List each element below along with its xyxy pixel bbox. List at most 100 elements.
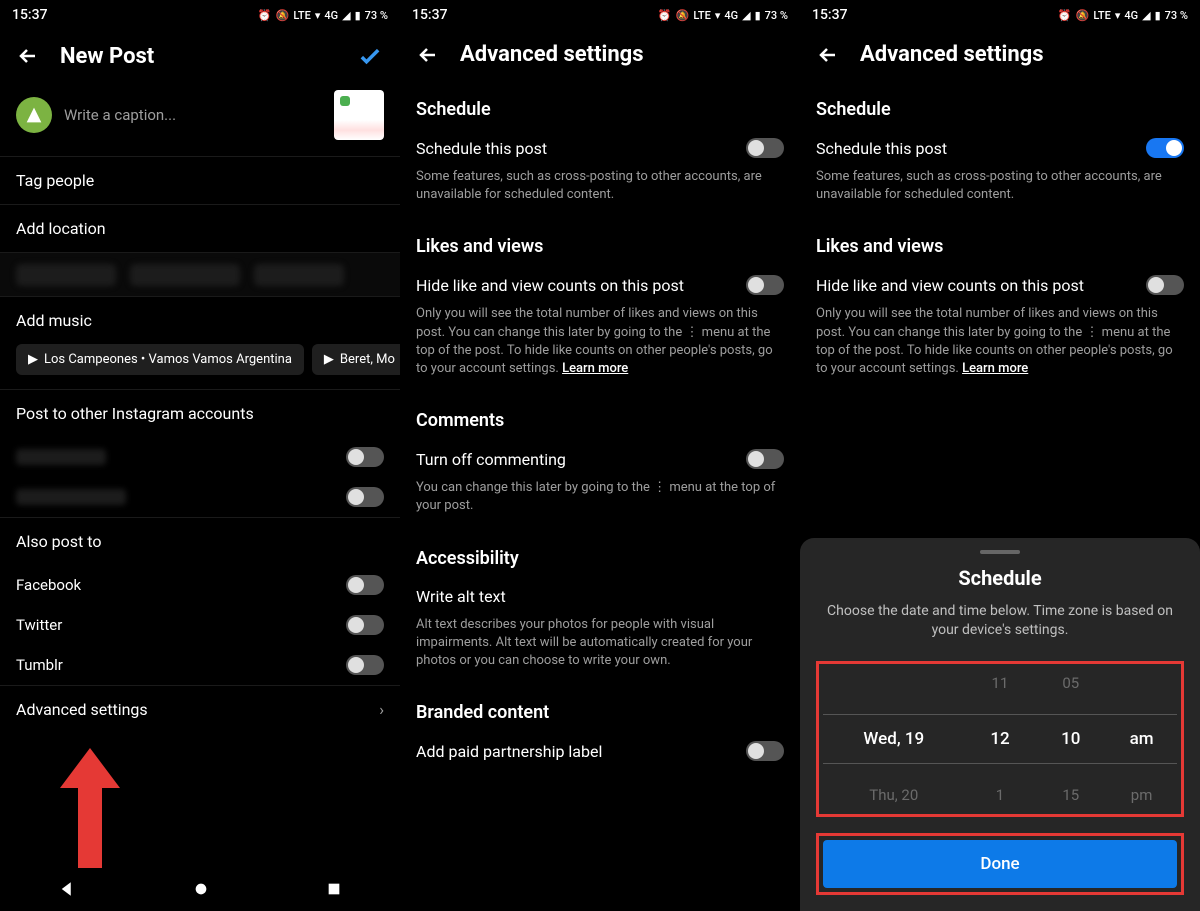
picker-ampm-below[interactable]: pm <box>1106 786 1177 804</box>
caption-input[interactable]: Write a caption... <box>64 106 322 124</box>
learn-more-link[interactable]: Learn more <box>962 361 1028 376</box>
toggle[interactable] <box>346 487 384 507</box>
toggle[interactable] <box>346 447 384 467</box>
hide-counts-desc: Only you will see the total number of li… <box>800 301 1200 392</box>
paid-label-row[interactable]: Add paid partnership label <box>400 731 800 767</box>
header: Advanced settings <box>400 30 800 81</box>
picker-ampm-selected[interactable]: am <box>1106 714 1177 764</box>
picker-hour-above[interactable]: 11 <box>965 674 1036 692</box>
add-music-row[interactable]: Add music <box>0 296 400 344</box>
picker-min-below[interactable]: 15 <box>1035 786 1106 804</box>
schedule-bottom-sheet: Schedule Choose the date and time below.… <box>800 538 1200 911</box>
nav-home-icon[interactable] <box>193 881 209 901</box>
picker-date-below[interactable]: Thu, 20 <box>823 786 965 804</box>
sheet-desc: Choose the date and time below. Time zon… <box>816 602 1184 641</box>
schedule-toggle[interactable] <box>746 138 784 158</box>
done-button[interactable]: Done <box>823 840 1177 888</box>
picker-hour-below[interactable]: 1 <box>965 786 1036 804</box>
status-time: 15:37 <box>812 7 848 23</box>
avatar[interactable] <box>16 97 52 133</box>
screen-advanced-settings-on: 15:37 ⏰ 🔕 LTE ▾ 4G ◢ ▮73 % Advanced sett… <box>800 0 1200 911</box>
schedule-post-row[interactable]: Schedule this post <box>400 128 800 164</box>
battery-icon: ▮ <box>755 9 761 22</box>
battery-icon: ▮ <box>355 9 361 22</box>
sheet-grabber[interactable] <box>980 550 1020 554</box>
datetime-picker-highlight: 11 05 Wed, 19 12 10 am Thu, 20 1 15 pm <box>816 661 1184 817</box>
paid-label-toggle[interactable] <box>746 741 784 761</box>
schedule-toggle-on[interactable] <box>1146 138 1184 158</box>
schedule-post-row[interactable]: Schedule this post <box>800 128 1200 164</box>
tumblr-toggle[interactable] <box>346 655 384 675</box>
hide-counts-toggle[interactable] <box>1146 275 1184 295</box>
also-post-to-row: Also post to <box>0 517 400 565</box>
alt-text-desc: Alt text describes your photos for peopl… <box>400 612 800 685</box>
signal-icon: ◢ <box>1142 9 1150 22</box>
dnd-icon: 🔕 <box>1076 9 1090 22</box>
commenting-toggle[interactable] <box>746 449 784 469</box>
turn-off-commenting-row[interactable]: Turn off commenting <box>400 439 800 475</box>
chevron-right-icon: › <box>379 700 384 719</box>
screen-new-post: 15:37 ⏰ 🔕 LTE ▾ 4G ◢ ▮73 % New Post Writ… <box>0 0 400 911</box>
section-branded: Branded content <box>400 684 800 731</box>
caption-row: Write a caption... <box>0 84 400 156</box>
post-other-accounts-row: Post to other Instagram accounts <box>0 389 400 437</box>
section-accessibility: Accessibility <box>400 530 800 577</box>
network-label: 4G <box>1124 9 1138 22</box>
volte-icon: LTE <box>693 9 711 22</box>
nav-recent-icon[interactable] <box>326 881 342 901</box>
tumblr-row[interactable]: Tumblr <box>0 645 400 685</box>
add-location-row[interactable]: Add location <box>0 204 400 252</box>
picker-hour-selected[interactable]: 12 <box>965 714 1036 764</box>
facebook-row[interactable]: Facebook <box>0 565 400 605</box>
screen-advanced-settings-off: 15:37 ⏰ 🔕 LTE ▾ 4G ◢ ▮73 % Advanced sett… <box>400 0 800 911</box>
done-highlight: Done <box>816 833 1184 895</box>
status-icons: ⏰ 🔕 LTE ▾ 4G ◢ ▮73 % <box>1058 9 1188 22</box>
picker-min-selected[interactable]: 10 <box>1035 714 1106 764</box>
status-icons: ⏰ 🔕 LTE ▾ 4G ◢ ▮73 % <box>258 9 388 22</box>
nav-back-icon[interactable] <box>58 880 76 902</box>
twitter-toggle[interactable] <box>346 615 384 635</box>
hide-counts-row[interactable]: Hide like and view counts on this post <box>800 265 1200 301</box>
music-chip-1[interactable]: ▶Los Campeones • Vamos Vamos Argentina <box>16 344 304 375</box>
advanced-settings-row[interactable]: Advanced settings › <box>0 685 400 733</box>
hide-counts-toggle[interactable] <box>746 275 784 295</box>
status-bar: 15:37 ⏰ 🔕 LTE ▾ 4G ◢ ▮73 % <box>0 0 400 30</box>
tag-people-row[interactable]: Tag people <box>0 156 400 204</box>
alarm-icon: ⏰ <box>658 9 672 22</box>
back-icon[interactable] <box>816 43 840 67</box>
back-icon[interactable] <box>416 43 440 67</box>
header: Advanced settings <box>800 30 1200 81</box>
wifi-icon: ▾ <box>315 9 321 22</box>
music-chip-2[interactable]: ▶Beret, Mo <box>312 344 400 375</box>
confirm-icon[interactable] <box>356 42 384 70</box>
network-label: 4G <box>724 9 738 22</box>
battery-icon: ▮ <box>1155 9 1161 22</box>
picker-date-selected[interactable]: Wed, 19 <box>823 714 965 764</box>
picker-min-above[interactable]: 05 <box>1035 674 1106 692</box>
datetime-picker[interactable]: 11 05 Wed, 19 12 10 am Thu, 20 1 15 pm <box>823 674 1177 804</box>
alt-text-row[interactable]: Write alt text <box>400 577 800 612</box>
section-schedule: Schedule <box>800 81 1200 128</box>
status-icons: ⏰ 🔕 LTE ▾ 4G ◢ ▮73 % <box>658 9 788 22</box>
sheet-title: Schedule <box>816 566 1184 590</box>
hide-counts-row[interactable]: Hide like and view counts on this post <box>400 265 800 301</box>
section-likes: Likes and views <box>400 218 800 265</box>
header: New Post <box>0 30 400 84</box>
page-title: New Post <box>60 44 336 69</box>
post-thumbnail[interactable] <box>334 90 384 140</box>
turn-off-desc: You can change this later by going to th… <box>400 475 800 529</box>
status-time: 15:37 <box>12 7 48 23</box>
volte-icon: LTE <box>293 9 311 22</box>
wifi-icon: ▾ <box>1115 9 1121 22</box>
section-comments: Comments <box>400 392 800 439</box>
back-icon[interactable] <box>16 44 40 68</box>
page-title: Advanced settings <box>860 42 1184 67</box>
account-toggle-2[interactable] <box>0 477 400 517</box>
signal-icon: ◢ <box>742 9 750 22</box>
account-toggle-1[interactable] <box>0 437 400 477</box>
learn-more-link[interactable]: Learn more <box>562 361 628 376</box>
volte-icon: LTE <box>1093 9 1111 22</box>
location-suggestions[interactable] <box>0 252 400 296</box>
twitter-row[interactable]: Twitter <box>0 605 400 645</box>
facebook-toggle[interactable] <box>346 575 384 595</box>
